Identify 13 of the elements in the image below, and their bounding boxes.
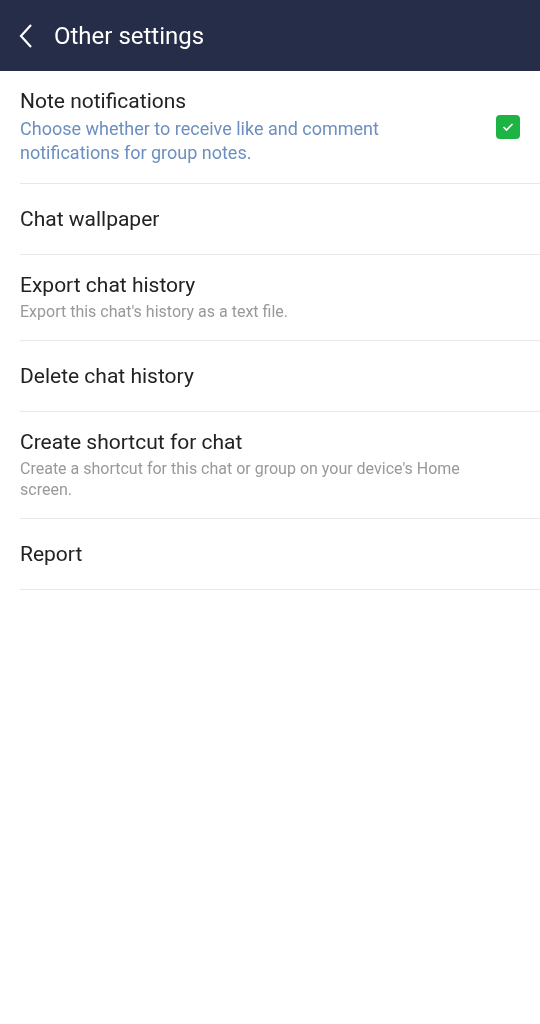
setting-title[interactable]: Create shortcut for chat (20, 430, 520, 454)
back-icon[interactable] (18, 22, 34, 49)
setting-description: Create a shortcut for this chat or group on your device's Home screen. (20, 458, 461, 500)
checkbox[interactable] (496, 115, 520, 139)
check-icon (502, 122, 514, 132)
page-title: Other settings (54, 21, 205, 50)
setting-description: Export this chat's history as a text file. (20, 301, 290, 322)
setting-title[interactable]: Chat wallpaper (20, 207, 520, 231)
setting-description: Choose whether to receive like and comment notifications for group notes. (20, 117, 380, 165)
setting-title[interactable]: Note notifications (20, 89, 496, 113)
setting-title[interactable]: Report (20, 542, 520, 566)
setting-title[interactable]: Export chat history (20, 273, 520, 297)
setting-title[interactable]: Delete chat history (20, 364, 520, 388)
